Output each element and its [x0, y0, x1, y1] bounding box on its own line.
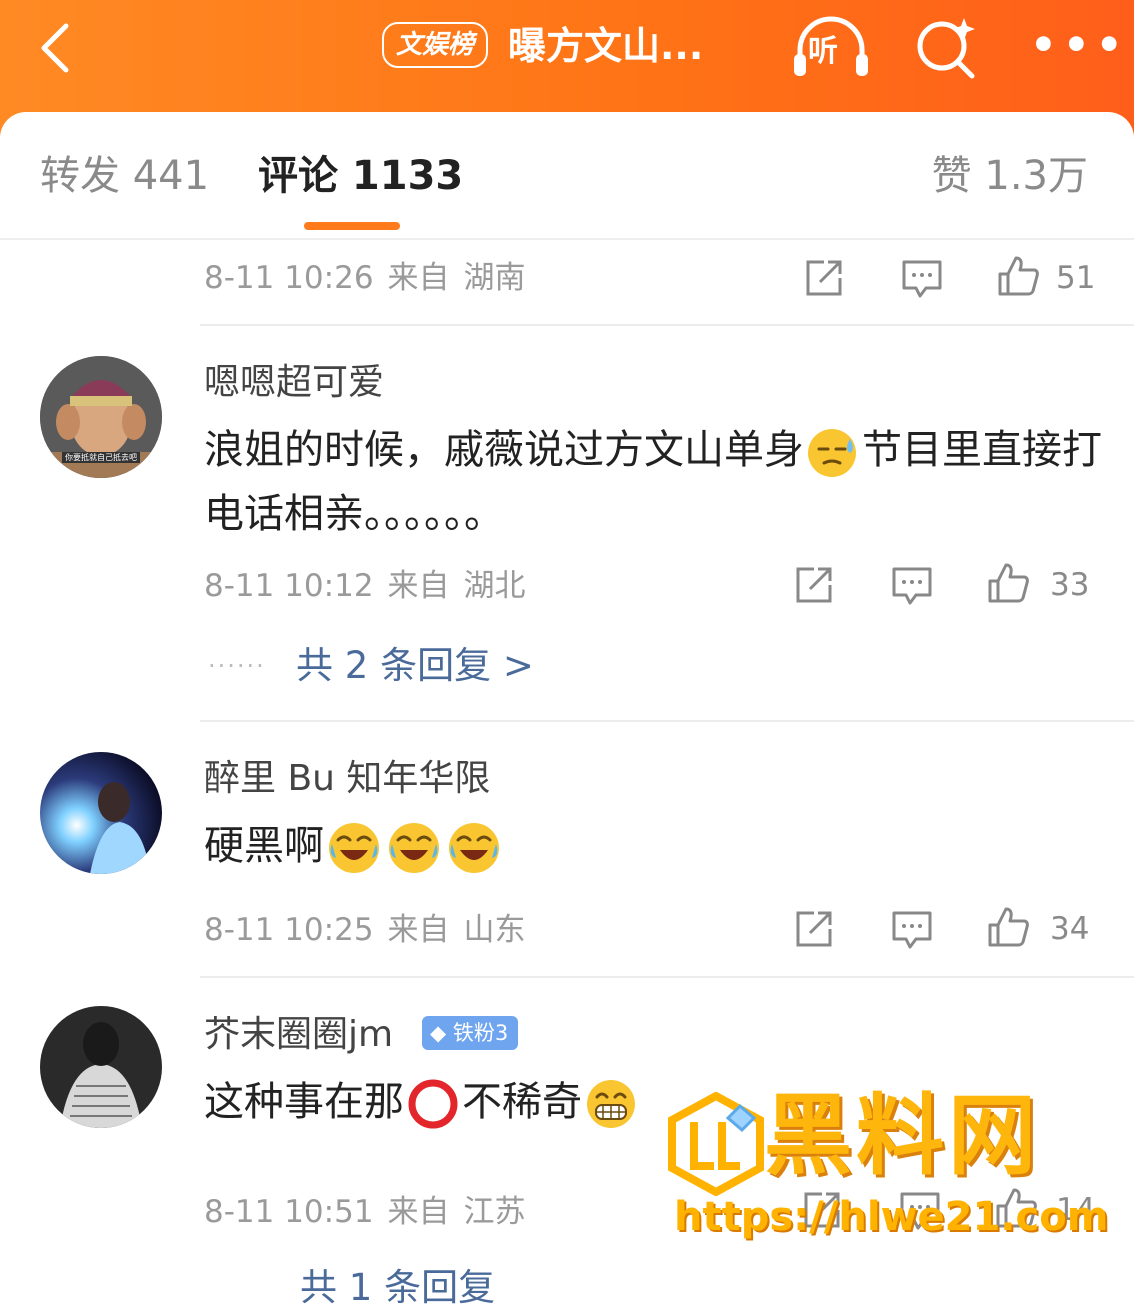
watermark-logo-icon [668, 1092, 764, 1196]
tab-comment[interactable]: 评论 1133 [258, 150, 463, 202]
view-replies-link[interactable]: 共 1 条回复 [300, 1262, 495, 1314]
comment-text: 浪姐的时候，戚薇说过方文山单身 节目里直接打电话相亲。。。。。。 [204, 418, 1104, 546]
comment-location: 山东 [463, 912, 526, 948]
watermark-text: 黑料网 [764, 1084, 1041, 1187]
comment-text-part: 硬黑啊 [204, 823, 324, 869]
avatar-caption: 你要抵就自己抵去吧 [62, 452, 140, 463]
comment-text: 这种事在那 不稀奇 [204, 1070, 640, 1134]
fan-badge-label: 铁粉3 [452, 1021, 509, 1045]
comment-from: 来自 [387, 1194, 450, 1230]
divider [200, 976, 1134, 978]
view-replies-link[interactable]: 共 2 条回复 > [296, 640, 534, 692]
divider [200, 720, 1134, 722]
thumbs-up-icon[interactable] [986, 561, 1030, 605]
username[interactable]: 嗯嗯超可爱 [204, 358, 384, 408]
laughing-tears-emoji-icon [389, 823, 439, 873]
hot-list-tag[interactable]: 文娱榜 [382, 22, 489, 68]
tab-like[interactable]: 赞 1.3万 [932, 150, 1088, 202]
comment-icon[interactable] [890, 563, 934, 607]
comment-from: 来自 [387, 260, 450, 296]
comment-text: 硬黑啊 [204, 814, 504, 878]
comment-meta: 8-11 10:26 来自 湖南 [204, 256, 540, 300]
comment-from: 来自 [387, 912, 450, 948]
comment-text-part: 浪姐的时候，戚薇说过方文山单身 [204, 427, 804, 473]
red-circle-icon [408, 1079, 458, 1129]
thumbs-up-icon[interactable] [996, 254, 1040, 298]
comment-location: 湖南 [463, 260, 526, 296]
page-title: 曝方文山... [508, 24, 704, 68]
listen-label: 听 [808, 34, 838, 69]
username[interactable]: 醉里 Bu 知年华限 [204, 754, 490, 804]
share-icon[interactable] [792, 563, 836, 607]
like-count: 33 [1050, 567, 1090, 603]
like-count: 51 [1056, 260, 1096, 296]
avatar[interactable] [40, 752, 162, 874]
listen-button[interactable]: 听 [792, 16, 870, 78]
comment-text-part: 不稀奇 [462, 1079, 582, 1125]
comment-meta: 8-11 10:12 来自 湖北 [204, 564, 540, 608]
more-icon[interactable]: ••• [1030, 20, 1129, 70]
avatar-image [40, 1006, 162, 1128]
comment-date: 8-11 10:51 [204, 1194, 374, 1230]
comment-date: 8-11 10:25 [204, 912, 374, 948]
diamond-icon: ◆ [430, 1021, 453, 1045]
watermark-url: https://hlwe21.com [674, 1194, 1109, 1240]
fan-badge[interactable]: ◆ 铁粉3 [422, 1016, 519, 1050]
comment-icon[interactable] [890, 907, 934, 951]
comment-meta: 8-11 10:25 来自 山东 [204, 908, 540, 952]
comment-location: 江苏 [463, 1194, 526, 1230]
comment-text-part: 这种事在那 [204, 1079, 404, 1125]
replies-dots: ······ [208, 652, 266, 680]
laughing-tears-emoji-icon [449, 823, 499, 873]
share-icon[interactable] [792, 907, 836, 951]
tab-repost[interactable]: 转发 441 [40, 150, 209, 202]
avatar[interactable]: 你要抵就自己抵去吧 [40, 356, 162, 478]
laughing-tears-emoji-icon [329, 823, 379, 873]
avatar[interactable] [40, 1006, 162, 1128]
avatar-image [40, 752, 162, 874]
comment-meta: 8-11 10:51 来自 江苏 [204, 1190, 540, 1234]
comment-from: 来自 [387, 568, 450, 604]
like-count: 34 [1050, 911, 1090, 947]
thumbs-up-icon[interactable] [986, 905, 1030, 949]
sweat-emoji-icon [808, 429, 856, 477]
active-tab-indicator [304, 222, 400, 230]
search-sparkle-icon[interactable] [912, 14, 982, 80]
back-arrow-icon[interactable] [30, 18, 90, 78]
comment-date: 8-11 10:12 [204, 568, 374, 604]
comment-icon[interactable] [900, 256, 944, 300]
tab-bar: 转发 441 评论 1133 赞 1.3万 [0, 112, 1134, 240]
grinning-emoji-icon [587, 1080, 635, 1128]
comment-date: 8-11 10:26 [204, 260, 374, 296]
divider [200, 324, 1134, 326]
username[interactable]: 芥末圈圈jm [204, 1010, 393, 1060]
share-icon[interactable] [802, 256, 846, 300]
comment-location: 湖北 [463, 568, 526, 604]
